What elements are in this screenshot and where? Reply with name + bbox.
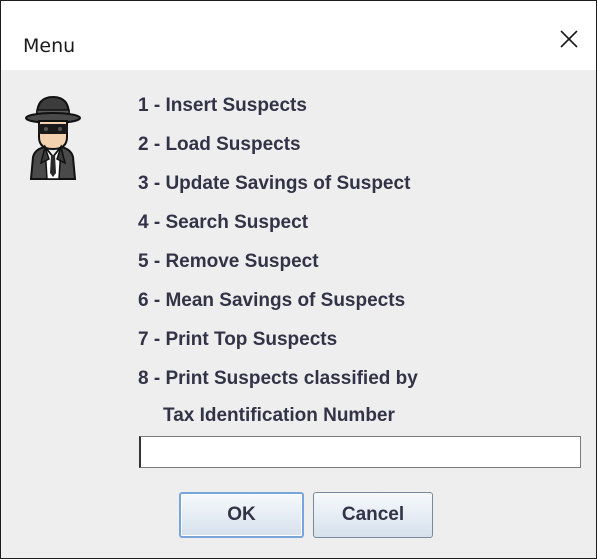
menu-option-7: 7 - Print Top Suspects bbox=[138, 329, 338, 350]
menu-option-8-continued: Tax Identification Number bbox=[163, 405, 395, 426]
menu-dialog: Menu 1 - Insert Suspects 2 - Load Suspec… bbox=[0, 0, 597, 559]
menu-option-5: 5 - Remove Suspect bbox=[138, 251, 319, 272]
option-input[interactable] bbox=[139, 436, 581, 468]
close-button[interactable] bbox=[547, 17, 591, 61]
menu-option-8: 8 - Print Suspects classified by bbox=[138, 368, 418, 389]
menu-option-4: 4 - Search Suspect bbox=[138, 212, 309, 233]
title-bar[interactable]: Menu bbox=[1, 1, 596, 70]
cancel-button[interactable]: Cancel bbox=[313, 492, 433, 538]
menu-option-2: 2 - Load Suspects bbox=[138, 134, 301, 155]
menu-option-1: 1 - Insert Suspects bbox=[138, 95, 307, 116]
menu-option-6: 6 - Mean Savings of Suspects bbox=[138, 290, 406, 311]
window-title: Menu bbox=[23, 35, 76, 57]
incognito-spy-icon bbox=[25, 95, 81, 180]
close-x-icon bbox=[560, 30, 578, 48]
menu-option-3: 3 - Update Savings of Suspect bbox=[138, 173, 411, 194]
ok-button[interactable]: OK bbox=[179, 492, 304, 538]
